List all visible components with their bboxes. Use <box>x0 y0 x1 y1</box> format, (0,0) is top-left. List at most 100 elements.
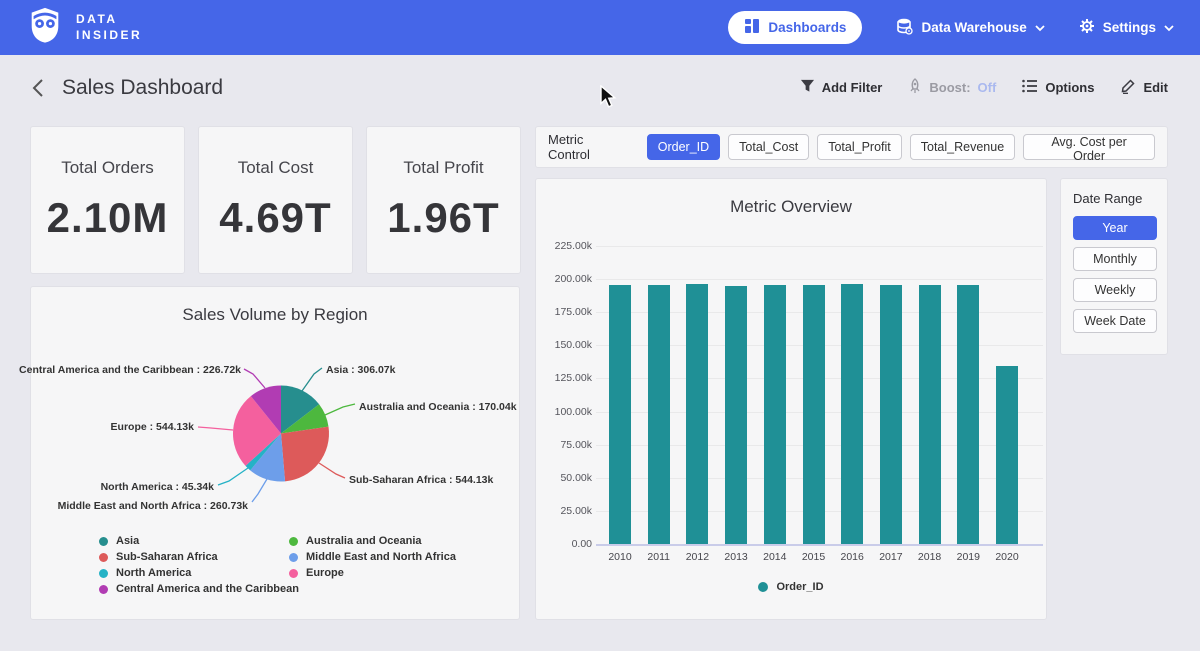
dashboard-toolbar: Sales Dashboard Add Filter Boost: Off <box>0 55 1200 120</box>
legend-item-north-america[interactable]: North America <box>99 565 299 581</box>
list-options-icon <box>1022 79 1038 96</box>
y-axis-tick: 200.00k <box>536 273 592 285</box>
legend-item-asia[interactable]: Asia <box>99 533 299 549</box>
boost-toggle[interactable]: Boost: Off <box>908 78 996 97</box>
metric-control-label: Metric Control <box>548 132 629 162</box>
pie-leader-line <box>244 369 265 388</box>
x-axis-tick: 2018 <box>910 551 950 563</box>
legend-dot <box>758 582 768 592</box>
kpi-label: Total Cost <box>238 158 314 178</box>
pie-label-north-america: North America : 45.34k <box>101 481 214 493</box>
legend-item-middle-east-and-north-africa[interactable]: Middle East and North Africa <box>289 549 456 565</box>
legend-dot <box>99 569 108 578</box>
x-axis-tick: 2010 <box>600 551 640 563</box>
y-axis-tick: 225.00k <box>536 240 592 252</box>
gridline <box>596 279 1043 280</box>
legend-item-australia-and-oceania[interactable]: Australia and Oceania <box>289 533 456 549</box>
legend-dot <box>99 537 108 546</box>
bar-2016[interactable] <box>841 284 863 544</box>
legend-item-central-america-and-the-caribbean[interactable]: Central America and the Caribbean <box>99 581 299 597</box>
x-axis-line <box>596 544 1043 546</box>
legend-label: Sub-Saharan Africa <box>116 551 218 563</box>
nav-dashboards-button[interactable]: Dashboards <box>728 11 862 44</box>
metric-overview-chart-card: Metric Overview 0.00 25.00k 50.00k 75.00k 10… <box>535 178 1047 620</box>
bar-2010[interactable] <box>609 285 631 544</box>
bar-2017[interactable] <box>880 285 902 544</box>
y-axis-tick: 75.00k <box>536 439 592 451</box>
edit-button[interactable]: Edit <box>1120 78 1168 97</box>
bar-2014[interactable] <box>764 285 786 544</box>
x-axis-tick: 2016 <box>832 551 872 563</box>
metric-chip-total-cost[interactable]: Total_Cost <box>728 134 809 160</box>
options-button[interactable]: Options <box>1022 79 1094 96</box>
nav-settings-label: Settings <box>1103 20 1156 35</box>
bar-2015[interactable] <box>803 285 825 544</box>
owl-logo-icon <box>26 6 64 49</box>
pencil-icon <box>1120 78 1136 97</box>
x-axis-tick: 2017 <box>871 551 911 563</box>
nav-data-warehouse[interactable]: Data Warehouse <box>896 18 1044 38</box>
x-axis-tick: 2011 <box>639 551 679 563</box>
bar-2020[interactable] <box>996 366 1018 544</box>
y-axis-tick: 50.00k <box>536 472 592 484</box>
date-range-week-date[interactable]: Week Date <box>1073 309 1157 333</box>
legend-label: Middle East and North Africa <box>306 551 456 563</box>
database-icon <box>896 18 913 38</box>
bar-2019[interactable] <box>957 285 979 544</box>
pie-leader-line <box>218 468 248 485</box>
kpi-card-total-profit: Total Profit 1.96T <box>366 126 521 274</box>
rocket-icon <box>908 78 922 97</box>
pie-leader-line <box>252 479 267 502</box>
pie-label-australia-and-oceania: Australia and Oceania : 170.04k <box>359 401 517 413</box>
brand-text: DATA INSIDER <box>76 12 142 43</box>
pie-leader-line <box>325 404 355 415</box>
y-axis-tick: 0.00 <box>536 538 592 550</box>
legend-dot <box>289 553 298 562</box>
kpi-value: 4.69T <box>219 194 331 242</box>
nav-settings[interactable]: Settings <box>1079 18 1174 37</box>
date-range-year[interactable]: Year <box>1073 216 1157 240</box>
pie-label-central-america-and-the-caribbean: Central America and the Caribbean : 226.… <box>19 364 241 376</box>
kpi-value: 2.10M <box>47 194 169 242</box>
metric-chip-order-id[interactable]: Order_ID <box>647 134 720 160</box>
bar-2018[interactable] <box>919 285 941 544</box>
gridline <box>596 246 1043 247</box>
bar-2011[interactable] <box>648 285 670 544</box>
chevron-down-icon <box>1164 20 1174 35</box>
kpi-value: 1.96T <box>387 194 499 242</box>
kpi-card-total-orders: Total Orders 2.10M <box>30 126 185 274</box>
bar-2013[interactable] <box>725 286 747 545</box>
bar-chart-legend: Order_ID <box>536 581 1046 593</box>
x-axis-tick: 2014 <box>755 551 795 563</box>
y-axis-tick: 100.00k <box>536 406 592 418</box>
legend-dot <box>289 569 298 578</box>
legend-dot <box>99 585 108 594</box>
legend-item-sub-saharan-africa[interactable]: Sub-Saharan Africa <box>99 549 299 565</box>
back-button[interactable] <box>32 78 44 98</box>
x-axis-tick: 2013 <box>716 551 756 563</box>
legend-label: Europe <box>306 567 344 579</box>
x-axis-tick: 2012 <box>677 551 717 563</box>
bar-chart-title: Metric Overview <box>536 197 1046 217</box>
date-range-weekly[interactable]: Weekly <box>1073 278 1157 302</box>
pie-slice-sub-saharan-africa[interactable] <box>281 427 329 482</box>
bar-2012[interactable] <box>686 284 708 544</box>
x-axis-tick: 2015 <box>794 551 834 563</box>
pie-label-sub-saharan-africa: Sub-Saharan Africa : 544.13k <box>349 474 493 486</box>
y-axis-tick: 25.00k <box>536 505 592 517</box>
x-axis-tick: 2019 <box>948 551 988 563</box>
kpi-label: Total Profit <box>403 158 483 178</box>
pie-leader-line <box>302 368 322 391</box>
nav-data-warehouse-label: Data Warehouse <box>921 20 1026 35</box>
metric-chip-avg-cost-per-order[interactable]: Avg. Cost per Order <box>1023 134 1155 160</box>
pie-chart: Asia : 306.07kAustralia and Oceania : 17… <box>31 341 521 523</box>
metric-chip-total-revenue[interactable]: Total_Revenue <box>910 134 1015 160</box>
chevron-down-icon <box>1035 20 1045 35</box>
date-range-monthly[interactable]: Monthly <box>1073 247 1157 271</box>
add-filter-button[interactable]: Add Filter <box>800 79 883 96</box>
y-axis-tick: 175.00k <box>536 306 592 318</box>
metric-chip-total-profit[interactable]: Total_Profit <box>817 134 902 160</box>
legend-item-europe[interactable]: Europe <box>289 565 456 581</box>
y-axis-tick: 150.00k <box>536 339 592 351</box>
brand: DATA INSIDER <box>26 6 142 49</box>
